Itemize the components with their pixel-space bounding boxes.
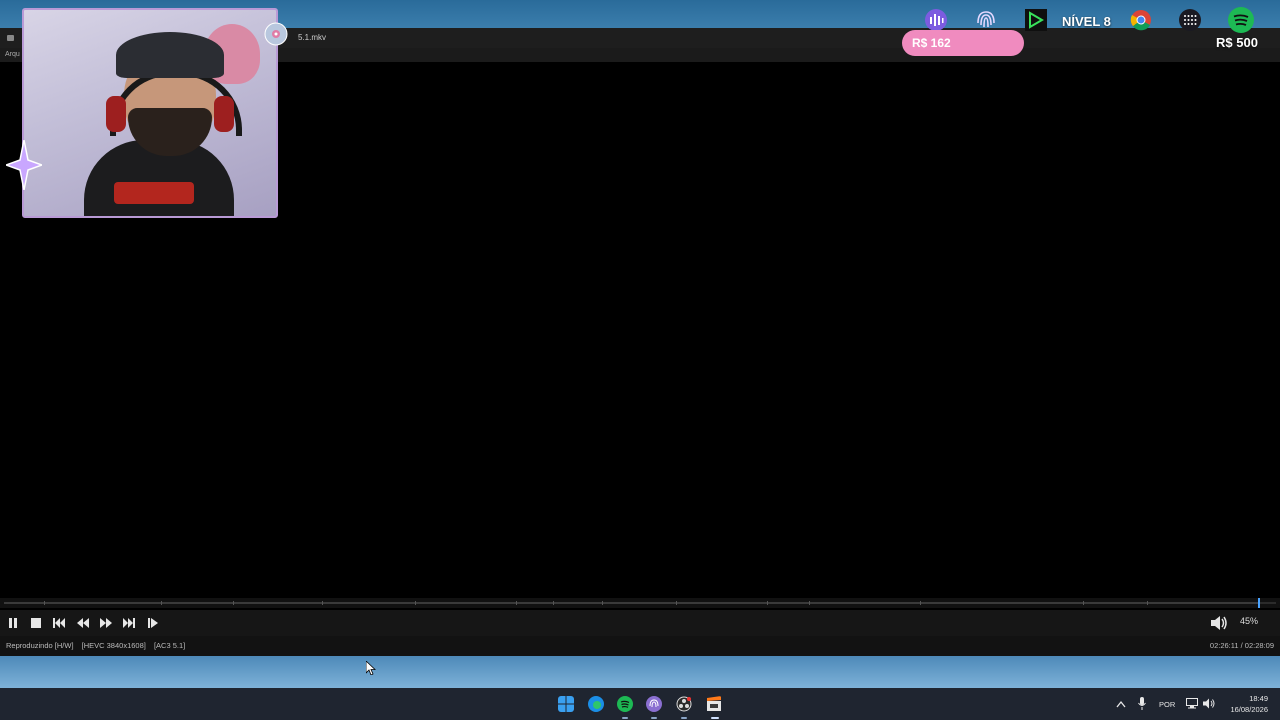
input-language[interactable]: POR	[1159, 700, 1175, 709]
fast-forward-button[interactable]	[98, 615, 114, 631]
system-clock[interactable]: 18:49 16/08/2026	[1230, 693, 1268, 715]
skip-previous-icon	[53, 618, 65, 628]
headset-earcup	[214, 96, 234, 132]
chapter-tick	[1083, 601, 1084, 605]
seek-progress-fill	[4, 602, 1259, 604]
fingerprint-icon	[977, 11, 995, 28]
volume-level[interactable]: 45%	[1240, 616, 1258, 626]
chapter-tick	[767, 601, 768, 605]
rewind-icon	[77, 618, 89, 628]
frame-step-button[interactable]	[145, 615, 161, 631]
clock-date: 16/08/2026	[1230, 705, 1268, 714]
frame-step-icon	[148, 618, 158, 628]
fast-forward-icon	[100, 618, 112, 628]
player-app-icon	[7, 35, 14, 41]
pause-icon	[9, 618, 17, 628]
seek-track[interactable]	[4, 598, 1276, 608]
microphone-icon[interactable]	[1138, 697, 1146, 710]
stop-icon	[31, 618, 41, 628]
clock-time: 18:49	[1249, 694, 1268, 703]
green-logo-icon	[1025, 9, 1047, 31]
chapter-tick	[809, 601, 810, 605]
playback-controls: 45%	[0, 610, 1280, 636]
spotify-overlay-icon	[1228, 7, 1254, 33]
stop-button[interactable]	[28, 615, 44, 631]
disc-icon	[264, 22, 288, 46]
goal-current-amount: R$ 162	[912, 36, 951, 50]
audio-bars-icon	[925, 9, 947, 31]
taskbar: POR 18:49 16/08/2026	[0, 688, 1280, 720]
chapter-tick	[415, 601, 416, 605]
obs-icon[interactable]	[676, 696, 692, 712]
volume-icon[interactable]	[1210, 615, 1228, 631]
time-display: 02:26:11 / 02:28:09	[1209, 641, 1274, 650]
chapter-tick	[676, 601, 677, 605]
chevron-up-icon[interactable]	[1116, 700, 1126, 708]
pause-button[interactable]	[5, 615, 21, 631]
mouse-cursor-icon	[366, 661, 376, 675]
previous-button[interactable]	[51, 615, 67, 631]
running-indicator	[681, 717, 687, 719]
menu-item-arquivo[interactable]: Arqu	[5, 48, 20, 62]
speaker-icon[interactable]	[1203, 698, 1215, 709]
streamer-cap	[116, 32, 224, 78]
clapperboard-icon[interactable]	[706, 696, 722, 712]
network-icon[interactable]	[1186, 698, 1198, 709]
status-bar: Reproduzindo [H/W] [HEVC 3840x1608] [AC3…	[0, 636, 1280, 656]
skip-next-icon	[123, 618, 135, 628]
edge-icon[interactable]	[588, 696, 604, 712]
goal-target-amount: R$ 500	[1216, 35, 1258, 50]
playback-state: Reproduzindo [H/W]	[6, 641, 74, 650]
running-indicator	[651, 717, 657, 719]
rewind-button[interactable]	[75, 615, 91, 631]
windows-start-icon[interactable]	[558, 696, 574, 712]
window-title: 5.1.mkv	[298, 33, 327, 42]
shirt-print	[114, 182, 194, 204]
running-indicator	[622, 717, 628, 719]
headset-earcup	[106, 96, 126, 132]
chapter-tick	[553, 601, 554, 605]
chapter-tick	[233, 601, 234, 605]
seek-handle[interactable]	[1258, 598, 1261, 608]
video-codec-info: [HEVC 3840x1608]	[81, 641, 146, 650]
chrome-icon	[1130, 10, 1151, 31]
chapter-tick	[516, 601, 517, 605]
next-button[interactable]	[121, 615, 137, 631]
chapter-tick	[1147, 601, 1148, 605]
webcam-overlay	[22, 8, 278, 218]
spotify-icon[interactable]	[617, 696, 633, 712]
fingerprint-app-icon[interactable]	[646, 696, 662, 712]
app-grid-icon	[1179, 9, 1201, 31]
chapter-tick	[44, 601, 45, 605]
chapter-tick	[161, 601, 162, 605]
active-indicator	[711, 717, 719, 719]
audio-codec-info: [AC3 5.1]	[153, 641, 186, 650]
chapter-tick	[920, 601, 921, 605]
donation-goal-progress: R$ 162	[902, 30, 1024, 56]
chapter-tick	[322, 601, 323, 605]
desktop-wallpaper-bottom	[0, 656, 1280, 688]
seek-bar[interactable]	[0, 598, 1280, 608]
level-label: NÍVEL 8	[1062, 14, 1111, 29]
sparkle-icon	[6, 140, 42, 190]
chapter-tick	[602, 601, 603, 605]
